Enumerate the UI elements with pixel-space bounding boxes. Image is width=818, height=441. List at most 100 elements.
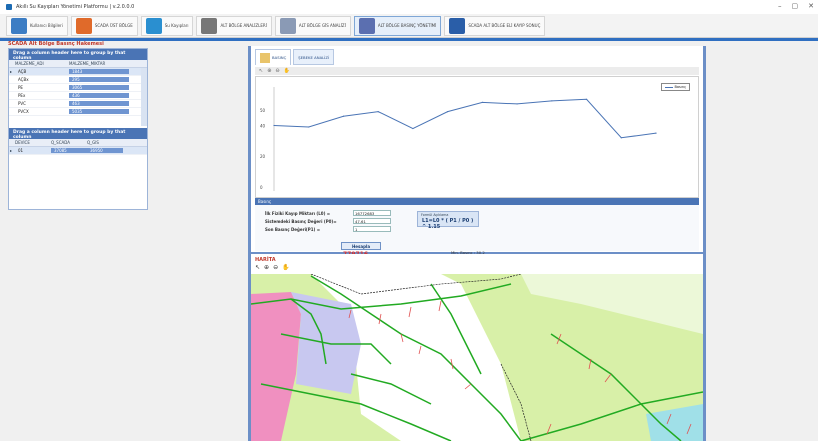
data-point xyxy=(447,111,449,113)
toolbar-button-2[interactable]: Su Kayıpları xyxy=(140,15,194,36)
left-grid-panel: Drag a column header here to group by th… xyxy=(8,48,148,210)
table-row[interactable]: PEx 436 xyxy=(9,92,147,100)
legend-swatch xyxy=(664,86,673,88)
tab-sebeke-analizi[interactable]: ŞEBEKE ANALİZİ xyxy=(293,49,335,65)
table-row[interactable]: PVCX 5035 xyxy=(9,108,147,116)
table-cell[interactable]: 01 xyxy=(15,148,51,153)
map-panel: HARİTA ↖ ⊕ ⊖ ✋ xyxy=(251,254,703,441)
chart-icon xyxy=(260,52,270,63)
table-row[interactable]: AÇBx 295 xyxy=(9,76,147,84)
toolbar-icon-2 xyxy=(145,17,162,34)
toolbar-button-5[interactable]: ALT BÖLGE BASINÇ YÖNETİMİ xyxy=(353,15,442,36)
zoom-out-icon[interactable]: ⊖ xyxy=(275,68,279,74)
table-cell[interactable]: PVC xyxy=(15,101,69,106)
app-logo-icon xyxy=(6,4,12,10)
close-button[interactable]: ✕ xyxy=(808,2,814,10)
table-cell[interactable]: 36950 xyxy=(87,148,123,153)
toolbar-label-4: ALT BÖLGE GİS ANALİZİ xyxy=(298,23,346,28)
l0-input[interactable]: 16772683 xyxy=(353,210,391,216)
table-cell[interactable]: PVCX xyxy=(15,109,69,114)
map-toolbar: ↖ ⊕ ⊖ ✋ xyxy=(255,264,290,271)
table-cell[interactable]: 37085 xyxy=(51,148,87,153)
basinc-form: İlk Fiziki Kayıp Miktarı (L0) = 16772683… xyxy=(255,205,699,255)
p1-label: Son Basınç Değeri(P1) = xyxy=(265,227,321,232)
minimize-button[interactable]: – xyxy=(778,2,782,10)
chart-toolbar: ↖ ⊕ ⊖ ✋ xyxy=(255,67,699,75)
table-row[interactable]: ▸ AÇB 1843 xyxy=(9,68,147,76)
table-row[interactable]: PE 3065 xyxy=(9,84,147,92)
hesapla-button[interactable]: Hesapla xyxy=(341,242,381,250)
pointer-icon[interactable]: ↖ xyxy=(259,68,263,74)
y-tick-label: 20 xyxy=(260,154,266,159)
pan-icon[interactable]: ✋ xyxy=(284,68,290,74)
group-by-panel-1[interactable]: Drag a column header here to group by th… xyxy=(9,49,147,61)
series-line-basinc xyxy=(273,98,657,139)
map-pointer-icon[interactable]: ↖ xyxy=(255,264,260,271)
col-malzeme-miktar[interactable]: MALZEME_MIKTAR xyxy=(69,61,129,66)
gis-map[interactable] xyxy=(251,274,703,441)
line-chart-svg: 50 40 20 0 xyxy=(260,87,657,191)
data-point xyxy=(655,132,657,134)
table-cell[interactable]: PE xyxy=(15,85,69,90)
y-tick-label: 0 xyxy=(260,185,263,190)
tab-basinc-label: BASINÇ xyxy=(272,55,287,60)
data-point xyxy=(620,137,622,139)
toolbar-button-6[interactable]: SCADA ALT BÖLGE ELİ KAYIP SONUÇ xyxy=(444,15,546,36)
table-cell[interactable]: 3065 xyxy=(69,85,129,90)
toolbar-label-1: SCADA ÜST BÖLGE xyxy=(94,23,133,28)
data-point xyxy=(273,124,275,127)
main-toolbar: Kullanıcı Bilgileri SCADA ÜST BÖLGE Su Kay… xyxy=(0,14,818,38)
map-svg xyxy=(251,274,703,441)
zoom-in-icon[interactable]: ⊕ xyxy=(267,68,271,74)
window-title: Akıllı Su Kayıpları Yönetimi Platformu |… xyxy=(16,4,135,10)
p1-input[interactable]: 1 xyxy=(353,226,391,232)
table-row[interactable]: ▸ 01 37085 36950 xyxy=(9,147,147,155)
table-cell[interactable]: 295 xyxy=(69,77,129,82)
toolbar-button-0[interactable]: Kullanıcı Bilgileri xyxy=(6,15,68,36)
toolbar-divider xyxy=(0,38,818,41)
data-point xyxy=(342,115,345,117)
y-tick-label: 40 xyxy=(260,123,266,128)
toolbar-label-2: Su Kayıpları xyxy=(164,23,189,28)
tab-basinc[interactable]: BASINÇ xyxy=(255,49,292,65)
pressure-panel: BASINÇ ŞEBEKE ANALİZİ ↖ ⊕ ⊖ ✋ 50 40 20 0 Ba… xyxy=(251,46,703,260)
toolbar-icon-0 xyxy=(11,17,27,34)
y-tick-label: 50 xyxy=(260,108,266,113)
data-point xyxy=(481,101,483,103)
p0-input[interactable]: 47.61 xyxy=(353,218,391,224)
data-point xyxy=(377,111,379,113)
map-zoom-in-icon[interactable]: ⊕ xyxy=(264,264,269,271)
toolbar-icon-6 xyxy=(449,17,466,34)
table-cell[interactable]: AÇB xyxy=(15,69,69,74)
p0-label: Sistemdeki Basınç Değeri (P0)= xyxy=(265,219,337,224)
table-cell[interactable]: 5035 xyxy=(69,109,129,114)
table-cell[interactable]: 1843 xyxy=(69,69,129,74)
table-cell[interactable]: 436 xyxy=(69,93,129,98)
data-point xyxy=(308,126,310,128)
group-by-panel-2[interactable]: Drag a column header here to group by th… xyxy=(9,128,147,140)
maximize-button[interactable]: ▢ xyxy=(792,2,799,10)
map-pan-icon[interactable]: ✋ xyxy=(282,264,289,271)
toolbar-button-3[interactable]: ALT BÖLGE ANALİZLERİ xyxy=(196,15,272,36)
table-cell[interactable]: AÇBx xyxy=(15,77,69,82)
col-malzeme-adi[interactable]: MALZEME_ADI xyxy=(15,61,69,66)
col-device[interactable]: DEVICE xyxy=(15,140,51,145)
col-q-scada[interactable]: Q_SCADA xyxy=(51,140,87,145)
grid1-scrollbar[interactable] xyxy=(141,68,147,126)
table-row[interactable]: PVC 463 xyxy=(9,100,147,108)
toolbar-icon-1 xyxy=(75,17,92,34)
map-zoom-out-icon[interactable]: ⊖ xyxy=(273,264,278,271)
table-cell[interactable]: PEx xyxy=(15,93,69,98)
data-point xyxy=(551,100,553,102)
data-point xyxy=(516,103,518,105)
formula-text: L1=L0 * ( P1 / P0 ) ^ 1.15 xyxy=(422,218,474,230)
col-q-gis[interactable]: Q_GIS xyxy=(87,140,123,145)
toolbar-button-4[interactable]: ALT BÖLGE GİS ANALİZİ xyxy=(274,15,351,36)
right-panel: BASINÇ ŞEBEKE ANALİZİ ↖ ⊕ ⊖ ✋ 50 40 20 0 Ba… xyxy=(248,46,706,441)
toolbar-button-1[interactable]: SCADA ÜST BÖLGE xyxy=(70,15,138,36)
l0-label: İlk Fiziki Kayıp Miktarı (L0) = xyxy=(265,211,331,216)
table-cell[interactable]: 463 xyxy=(69,101,129,106)
toolbar-icon-4 xyxy=(279,17,296,34)
toolbar-icon-3 xyxy=(201,17,218,34)
basinc-section-header: Basınç xyxy=(255,198,699,205)
